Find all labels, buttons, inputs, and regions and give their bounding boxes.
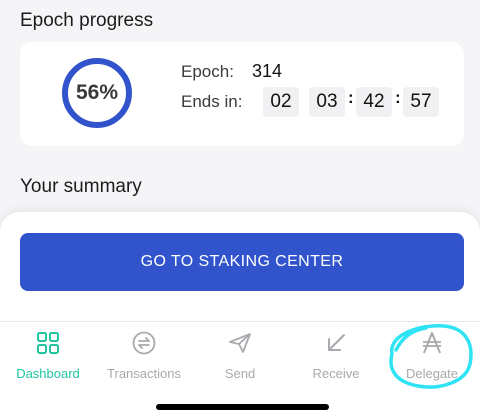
countdown-days: 02: [263, 87, 299, 117]
receive-icon: [328, 334, 345, 351]
tab-delegate[interactable]: Delegate: [384, 328, 480, 388]
tab-dashboard-label: Dashboard: [16, 366, 80, 381]
tab-bar-divider: [0, 321, 480, 322]
countdown-hours: 03: [309, 87, 345, 117]
epoch-progress-title: Epoch progress: [20, 10, 154, 31]
countdown-separator: :: [395, 88, 401, 107]
dashboard-icon: [37, 332, 59, 354]
countdown-seconds: 57: [403, 87, 439, 117]
ada-icon: [423, 332, 441, 354]
epoch-progress-card: 56% Epoch: 314 Ends in: 02 03 : 42 : 57: [20, 42, 464, 146]
countdown-separator: :: [348, 88, 354, 107]
epoch-progress-ring: 56%: [61, 57, 133, 129]
home-indicator: [156, 404, 329, 410]
tab-send[interactable]: Send: [192, 328, 288, 388]
epoch-number-value: 314: [252, 61, 283, 81]
go-to-staking-center-button[interactable]: GO TO STAKING CENTER: [20, 233, 464, 291]
tab-receive[interactable]: Receive: [288, 328, 384, 388]
tab-transactions-label: Transactions: [107, 366, 181, 381]
tab-delegate-label: Delegate: [405, 366, 459, 381]
countdown-minutes: 42: [356, 87, 392, 117]
tab-transactions[interactable]: Transactions: [96, 328, 192, 388]
ends-in-label: Ends in:: [181, 92, 243, 111]
bottom-sheet: GO TO STAKING CENTER Dashboard Transacti…: [0, 212, 480, 420]
epoch-number-label: Epoch:: [181, 62, 234, 81]
tab-receive-label: Receive: [312, 366, 360, 381]
transactions-icon: [132, 331, 156, 355]
tab-dashboard[interactable]: Dashboard: [0, 328, 96, 388]
epoch-progress-percent: 56%: [75, 81, 119, 104]
tab-send-label: Send: [224, 366, 256, 381]
summary-title: Your summary: [20, 176, 142, 197]
send-icon: [229, 333, 251, 353]
